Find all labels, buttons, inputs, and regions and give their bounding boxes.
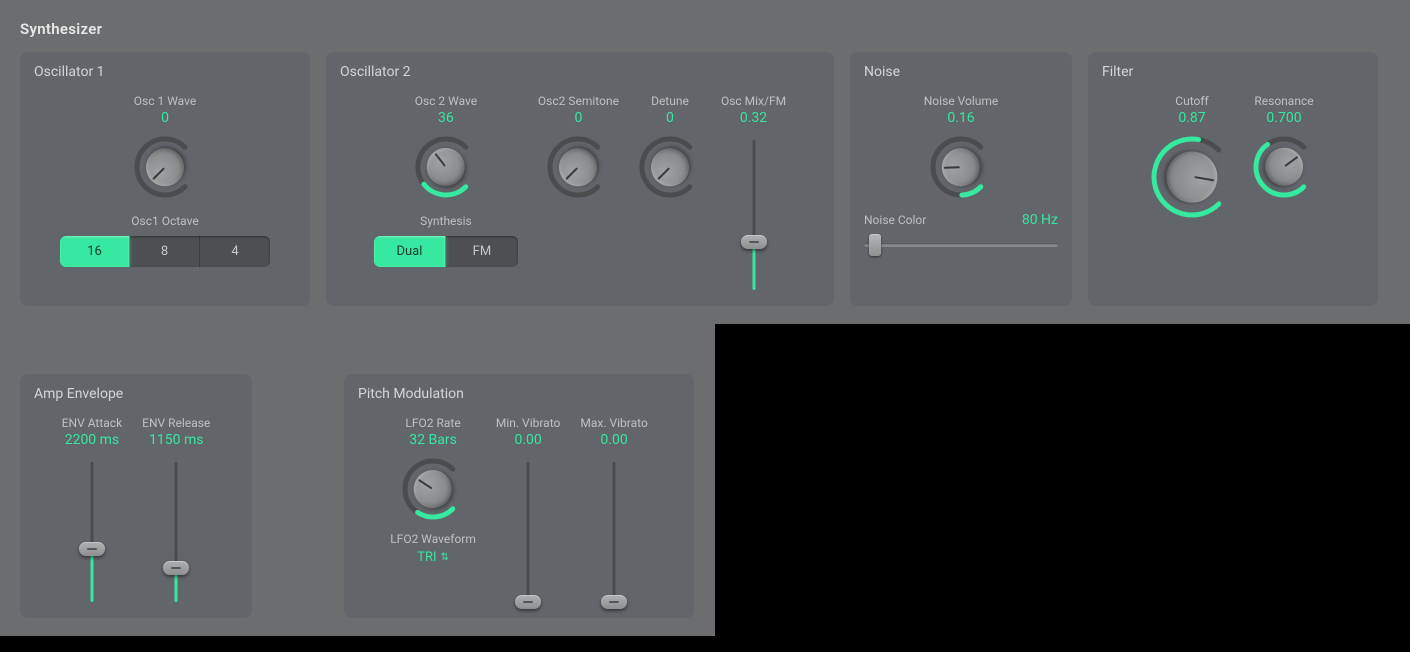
noise-color-value: 80 Hz bbox=[1022, 212, 1058, 228]
osc1-octave-16-button[interactable]: 16 bbox=[60, 236, 130, 267]
detune-label: Detune bbox=[651, 94, 689, 108]
max-vibrato-slider[interactable] bbox=[600, 462, 628, 602]
osc1-octave-4-button[interactable]: 4 bbox=[200, 236, 270, 267]
filter-section: Filter Cutoff 0.87 Resonance 0.700 bbox=[1088, 52, 1378, 306]
amp-envelope-section: Amp Envelope ENV Attack 2200 ms ENV Rele… bbox=[20, 374, 252, 618]
detune-value: 0 bbox=[666, 110, 674, 126]
synthesis-segmented: Dual FM bbox=[374, 236, 518, 267]
synthesizer-panel: Synthesizer Oscillator 1 Osc 1 Wave 0 Os… bbox=[0, 0, 1410, 324]
section-title: Noise bbox=[864, 64, 1058, 80]
synthesis-fm-button[interactable]: FM bbox=[446, 236, 518, 267]
detune-knob[interactable] bbox=[639, 136, 701, 198]
osc-mix-slider[interactable] bbox=[740, 140, 768, 290]
synthesis-dual-button[interactable]: Dual bbox=[374, 236, 446, 267]
oscillator-2-section: Oscillator 2 Osc 2 Wave 36 Synthesis Dua… bbox=[326, 52, 834, 306]
osc2-wave-value: 36 bbox=[438, 110, 454, 126]
osc2-semitone-value: 0 bbox=[575, 110, 583, 126]
section-title: Amp Envelope bbox=[34, 386, 238, 402]
osc1-wave-value: 0 bbox=[161, 110, 169, 126]
lfo2-waveform-label: LFO2 Waveform bbox=[390, 532, 476, 546]
noise-volume-label: Noise Volume bbox=[924, 94, 999, 108]
osc1-octave-8-button[interactable]: 8 bbox=[130, 236, 200, 267]
section-title: Filter bbox=[1102, 64, 1364, 80]
osc1-octave-label: Osc1 Octave bbox=[131, 214, 198, 228]
lfo2-waveform-value: TRI bbox=[417, 550, 436, 565]
section-title: Oscillator 1 bbox=[34, 64, 296, 80]
chevron-updown-icon: ⇅ bbox=[441, 552, 449, 563]
max-vibrato-value: 0.00 bbox=[600, 432, 627, 448]
noise-color-label: Noise Color bbox=[864, 213, 926, 227]
resonance-value: 0.700 bbox=[1266, 110, 1301, 126]
env-attack-label: ENV Attack bbox=[62, 416, 122, 430]
min-vibrato-label: Min. Vibrato bbox=[496, 416, 560, 430]
env-release-slider[interactable] bbox=[162, 462, 190, 602]
lfo2-rate-label: LFO2 Rate bbox=[405, 416, 460, 430]
osc2-semitone-label: Osc2 Semitone bbox=[538, 94, 619, 108]
osc1-wave-label: Osc 1 Wave bbox=[134, 94, 196, 108]
lfo2-waveform-dropdown[interactable]: TRI ⇅ bbox=[417, 550, 449, 565]
env-release-label: ENV Release bbox=[142, 416, 210, 430]
cutoff-knob[interactable] bbox=[1151, 136, 1233, 218]
min-vibrato-value: 0.00 bbox=[514, 432, 541, 448]
osc-mix-label: Osc Mix/FM bbox=[721, 94, 786, 108]
resonance-label: Resonance bbox=[1254, 94, 1313, 108]
max-vibrato-label: Max. Vibrato bbox=[580, 416, 647, 430]
resonance-knob[interactable] bbox=[1253, 136, 1315, 198]
lfo2-rate-knob[interactable] bbox=[402, 458, 464, 520]
synthesis-label: Synthesis bbox=[420, 214, 472, 228]
osc1-wave-knob[interactable] bbox=[134, 136, 196, 198]
cutoff-value: 0.87 bbox=[1178, 110, 1205, 126]
osc2-wave-knob[interactable] bbox=[415, 136, 477, 198]
noise-color-slider[interactable] bbox=[864, 234, 1058, 256]
min-vibrato-slider[interactable] bbox=[514, 462, 542, 602]
env-attack-value: 2200 ms bbox=[65, 432, 119, 448]
noise-volume-value: 0.16 bbox=[947, 110, 974, 126]
page-title: Synthesizer bbox=[20, 20, 1390, 38]
osc2-semitone-knob[interactable] bbox=[547, 136, 609, 198]
section-title: Pitch Modulation bbox=[358, 386, 680, 402]
envelope-panel: Amp Envelope ENV Attack 2200 ms ENV Rele… bbox=[0, 324, 715, 636]
osc-mix-value: 0.32 bbox=[740, 110, 767, 126]
cutoff-label: Cutoff bbox=[1175, 94, 1208, 108]
env-attack-slider[interactable] bbox=[78, 462, 106, 602]
noise-volume-knob[interactable] bbox=[930, 136, 992, 198]
noise-section: Noise Noise Volume 0.16 Noise Color 80 H… bbox=[850, 52, 1072, 306]
oscillator-1-section: Oscillator 1 Osc 1 Wave 0 Osc1 Octave 16… bbox=[20, 52, 310, 306]
lfo2-rate-value: 32 Bars bbox=[409, 432, 457, 448]
env-release-value: 1150 ms bbox=[149, 432, 203, 448]
osc1-octave-segmented: 16 8 4 bbox=[60, 236, 270, 267]
osc2-wave-label: Osc 2 Wave bbox=[415, 94, 477, 108]
pitch-modulation-section: Pitch Modulation LFO2 Rate 32 Bars LFO2 … bbox=[344, 374, 694, 618]
section-title: Oscillator 2 bbox=[340, 64, 820, 80]
